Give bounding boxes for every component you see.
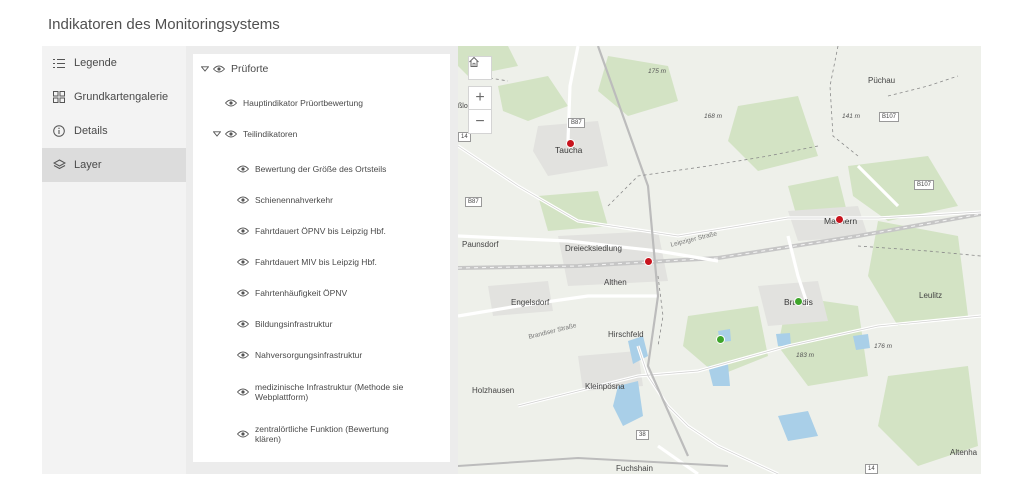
location-marker-green[interactable] bbox=[794, 297, 803, 306]
layer-item[interactable]: zentralörtliche Funktion (Bewertung klär… bbox=[237, 424, 407, 444]
layer-item[interactable]: medizinische Infrastruktur (Methode sie … bbox=[237, 382, 417, 402]
layer-group-teilindikatoren[interactable]: Teilindikatoren bbox=[213, 129, 297, 139]
home-icon bbox=[469, 56, 479, 67]
layer-label: zentralörtliche Funktion (Bewertung klär… bbox=[255, 424, 389, 444]
eye-icon[interactable] bbox=[237, 165, 249, 173]
place-label: Engelsdorf bbox=[511, 298, 550, 307]
layer-item[interactable]: Fahrtdauert MIV bis Leipzig Hbf. bbox=[237, 257, 437, 267]
basemap bbox=[458, 46, 981, 474]
layer-item[interactable]: Bewertung der Größe des Ortsteils bbox=[237, 164, 437, 174]
road-shield: B107 bbox=[879, 112, 900, 122]
info-icon bbox=[52, 124, 66, 138]
zoom-out-button[interactable]: − bbox=[468, 110, 492, 134]
place-label: Dreiecksiedlung bbox=[565, 244, 622, 253]
eye-icon[interactable] bbox=[237, 196, 249, 204]
elevation-label: 168 m bbox=[704, 113, 723, 120]
place-label: Altenha bbox=[950, 448, 978, 457]
layer-list: Prüforte Hauptindikator Prüortbewertung … bbox=[193, 54, 450, 462]
layer-item[interactable]: Fahrtdauert ÖPNV bis Leipzig Hbf. bbox=[237, 226, 437, 236]
location-marker-green[interactable] bbox=[716, 335, 725, 344]
place-label: Kleinpösna bbox=[585, 382, 625, 391]
layer-label: Bildungsinfrastruktur bbox=[255, 319, 333, 329]
eye-icon[interactable] bbox=[237, 351, 249, 359]
layer-label: Fahrtenhäufigkeit ÖPNV bbox=[255, 288, 348, 298]
layer-label: medizinische Infrastruktur (Methode sie … bbox=[255, 382, 404, 402]
eye-icon[interactable] bbox=[237, 227, 249, 235]
chevron-down-icon[interactable] bbox=[213, 131, 221, 137]
sidebar-item-details[interactable]: Details bbox=[42, 114, 186, 148]
elevation-label: 176 m bbox=[874, 343, 893, 350]
app-title: Indikatoren des Monitoringsystems bbox=[48, 16, 280, 33]
elevation-label: 183 m bbox=[796, 352, 815, 359]
location-marker-red[interactable] bbox=[835, 215, 844, 224]
road-shield: B87 bbox=[568, 118, 585, 128]
legend-icon bbox=[52, 56, 66, 70]
sidebar-item-legend[interactable]: Legende bbox=[42, 46, 186, 80]
map-controls: + − bbox=[468, 56, 492, 134]
place-label: Hirschfeld bbox=[608, 330, 644, 339]
location-marker-red[interactable] bbox=[566, 139, 575, 148]
layer-group-prueforte[interactable]: Prüforte bbox=[201, 64, 268, 74]
sidebar-item-label: Details bbox=[74, 125, 108, 137]
place-label: Püchau bbox=[868, 76, 896, 85]
layer-label: Prüforte bbox=[231, 63, 269, 75]
location-marker-red[interactable] bbox=[644, 257, 653, 266]
eye-icon[interactable] bbox=[225, 99, 237, 107]
place-label: Paunsdorf bbox=[462, 240, 499, 249]
layer-item[interactable]: Fahrtenhäufigkeit ÖPNV bbox=[237, 288, 437, 298]
eye-icon[interactable] bbox=[237, 258, 249, 266]
layer-label: Fahrtdauert ÖPNV bis Leipzig Hbf. bbox=[255, 226, 386, 236]
sidebar-item-label: Legende bbox=[74, 57, 117, 69]
road-shield: 14 bbox=[865, 464, 878, 474]
eye-icon[interactable] bbox=[237, 289, 249, 297]
elevation-label: 141 m bbox=[842, 113, 861, 120]
layer-label: Bewertung der Größe des Ortsteils bbox=[255, 164, 387, 174]
eye-icon[interactable] bbox=[225, 130, 237, 138]
layer-main-indicator[interactable]: Hauptindikator Prüortbewertung bbox=[225, 98, 363, 108]
road-shield: 38 bbox=[636, 430, 649, 440]
place-label: Holzhausen bbox=[472, 386, 515, 395]
eye-icon[interactable] bbox=[237, 430, 249, 438]
basemap-gallery-icon bbox=[52, 90, 66, 104]
sidebar-item-basemap-gallery[interactable]: Grundkartengalerie bbox=[42, 80, 186, 114]
road-shield: B107 bbox=[914, 180, 935, 190]
layer-label: Hauptindikator Prüortbewertung bbox=[243, 98, 364, 108]
chevron-down-icon[interactable] bbox=[201, 66, 209, 72]
eye-icon[interactable] bbox=[237, 320, 249, 328]
sidebar-item-label: Grundkartengalerie bbox=[74, 91, 169, 103]
layer-label: Nahversorgungsinfrastruktur bbox=[255, 350, 363, 360]
eye-icon[interactable] bbox=[237, 388, 249, 396]
zoom-in-button[interactable]: + bbox=[468, 86, 492, 110]
home-button[interactable] bbox=[468, 56, 492, 80]
layer-label: Teilindikatoren bbox=[243, 129, 298, 139]
layer-item[interactable]: Nahversorgungsinfrastruktur bbox=[237, 350, 437, 360]
sidebar: Legende Grundkartengalerie Details Layer bbox=[42, 46, 186, 474]
road-shield: B87 bbox=[465, 197, 482, 207]
layers-icon bbox=[52, 158, 66, 172]
sidebar-item-label: Layer bbox=[74, 159, 102, 171]
place-label: Althen bbox=[604, 278, 627, 287]
layer-item[interactable]: Schienennahverkehr bbox=[237, 195, 437, 205]
eye-icon[interactable] bbox=[213, 65, 225, 73]
layer-item[interactable]: Bildungsinfrastruktur bbox=[237, 319, 437, 329]
layer-label: Fahrtdauert MIV bis Leipzig Hbf. bbox=[255, 257, 377, 267]
layer-label: Schienennahverkehr bbox=[255, 195, 333, 205]
sidebar-item-layer[interactable]: Layer bbox=[42, 148, 186, 182]
map-view[interactable]: Taucha Machern Paunsdorf Dreiecksiedlung… bbox=[458, 46, 981, 474]
place-label: Leulitz bbox=[919, 291, 943, 300]
place-label: Fuchshain bbox=[616, 464, 653, 473]
elevation-label: 175 m bbox=[648, 68, 667, 75]
